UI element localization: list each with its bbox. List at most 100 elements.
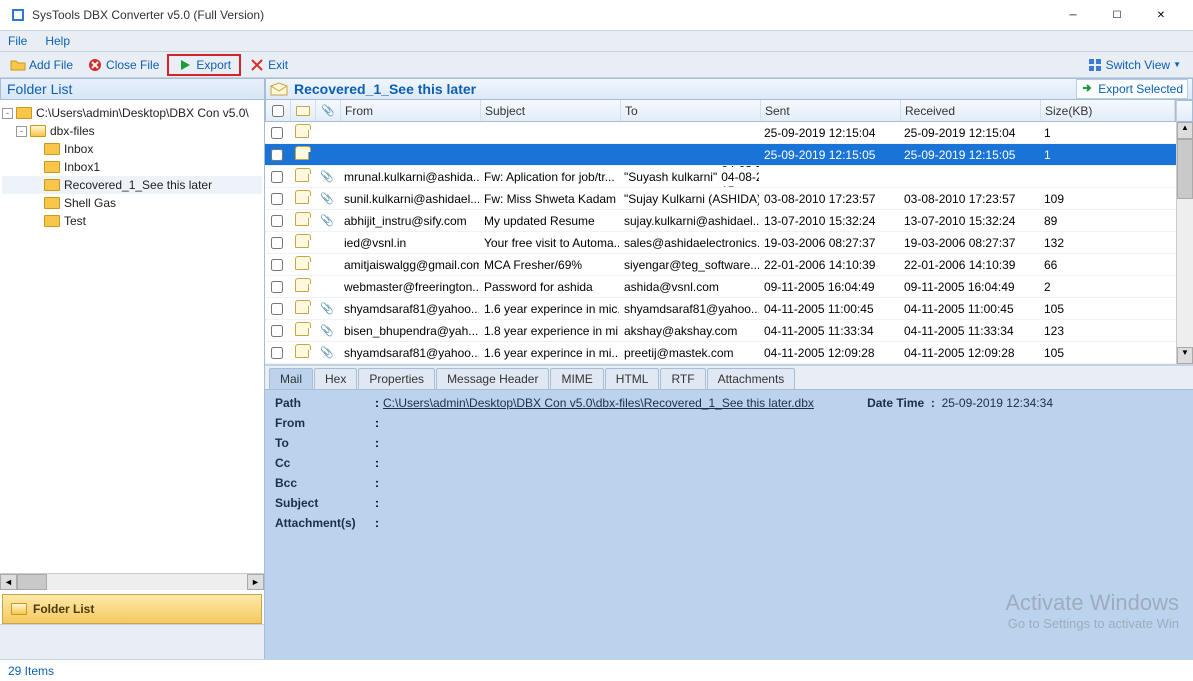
tree-node-label: dbx-files — [50, 124, 95, 138]
row-checkbox[interactable] — [271, 237, 283, 249]
preview-tab[interactable]: HTML — [605, 368, 660, 389]
cell-received: 22-01-2006 14:10:39 — [900, 254, 1040, 275]
cell-from: ied@vsnl.in — [340, 232, 480, 253]
cell-to: "Suyash kulkarni" 04-08-2010 11:31:07 04… — [620, 166, 760, 187]
row-checkbox[interactable] — [271, 215, 283, 227]
tree-node[interactable]: Shell Gas — [2, 194, 262, 212]
envelope-open-icon — [295, 282, 309, 292]
folder-list-tab[interactable]: Folder List — [2, 594, 262, 624]
envelope-open-icon — [295, 348, 309, 358]
col-to[interactable]: To — [621, 100, 761, 121]
tree-node[interactable]: Inbox1 — [2, 158, 262, 176]
scroll-left-icon[interactable]: ◄ — [0, 574, 17, 590]
window-controls: ─ ☐ ✕ — [1051, 1, 1183, 29]
maximize-button[interactable]: ☐ — [1095, 1, 1139, 29]
col-checkbox[interactable] — [266, 100, 291, 121]
scroll-thumb-v[interactable] — [1177, 139, 1193, 199]
export-selected-button[interactable]: Export Selected — [1076, 79, 1188, 99]
message-grid[interactable]: 25-09-2019 12:15:04 25-09-2019 12:15:04 … — [265, 122, 1176, 364]
scroll-up-icon[interactable]: ▲ — [1177, 122, 1193, 139]
envelope-open-icon — [295, 172, 309, 182]
row-checkbox[interactable] — [271, 149, 283, 161]
expand-toggle-icon[interactable]: - — [16, 126, 27, 137]
switch-view-button[interactable]: Switch View ▼ — [1081, 56, 1187, 74]
tree-node[interactable]: - dbx-files — [2, 122, 262, 140]
scroll-down-icon[interactable]: ▼ — [1177, 347, 1193, 364]
folder-icon — [44, 143, 60, 155]
tree-node[interactable]: Recovered_1_See this later — [2, 176, 262, 194]
path-link[interactable]: C:\Users\admin\Desktop\DBX Con v5.0\dbx-… — [383, 396, 814, 410]
chevron-down-icon: ▼ — [1173, 60, 1181, 69]
col-envelope[interactable] — [291, 100, 316, 121]
folder-tree[interactable]: -C:\Users\admin\Desktop\DBX Con v5.0\-db… — [0, 100, 264, 573]
folder-icon — [16, 107, 32, 119]
scroll-right-icon[interactable]: ► — [247, 574, 264, 590]
row-checkbox[interactable] — [271, 303, 283, 315]
preview-tabs: MailHexPropertiesMessage HeaderMIMEHTMLR… — [265, 366, 1193, 390]
exit-button[interactable]: Exit — [243, 56, 294, 74]
envelope-open-icon — [295, 216, 309, 226]
message-row[interactable]: 📎 sunil.kulkarni@ashidael... Fw: Miss Sh… — [265, 188, 1176, 210]
tree-node[interactable]: Inbox — [2, 140, 262, 158]
activation-watermark: Activate Windows Go to Settings to activ… — [1005, 590, 1179, 631]
row-checkbox[interactable] — [271, 281, 283, 293]
close-button[interactable]: ✕ — [1139, 1, 1183, 29]
col-from[interactable]: From — [341, 100, 481, 121]
col-received[interactable]: Received — [901, 100, 1041, 121]
paperclip-icon: 📎 — [320, 214, 334, 227]
tree-node-label: Inbox1 — [64, 160, 100, 174]
menu-file[interactable]: File — [8, 34, 27, 48]
row-checkbox[interactable] — [271, 259, 283, 271]
row-checkbox[interactable] — [271, 347, 283, 359]
message-row[interactable]: webmaster@freerington... Password for as… — [265, 276, 1176, 298]
tree-node-label: Recovered_1_See this later — [64, 178, 212, 192]
scroll-thumb[interactable] — [17, 574, 47, 590]
message-row[interactable]: 📎 shyamdsaraf81@yahoo... 1.6 year experi… — [265, 298, 1176, 320]
row-checkbox[interactable] — [271, 171, 283, 183]
tree-node[interactable]: Test — [2, 212, 262, 230]
message-row[interactable]: 📎 mrunal.kulkarni@ashida... Fw: Aplicati… — [265, 166, 1176, 188]
preview-tab[interactable]: Mail — [269, 368, 313, 389]
row-checkbox[interactable] — [271, 127, 283, 139]
preview-body: Date Time : 25-09-2019 12:34:34 Path:C:\… — [265, 390, 1193, 659]
close-file-button[interactable]: Close File — [81, 56, 165, 74]
folder-list-header: Folder List — [0, 78, 264, 100]
message-row[interactable]: 25-09-2019 12:15:05 25-09-2019 12:15:05 … — [265, 144, 1176, 166]
cell-subject: Password for ashida — [480, 276, 620, 297]
attachments-label: Attachment(s) — [275, 516, 375, 530]
preview-tab[interactable]: RTF — [660, 368, 705, 389]
col-attachment[interactable]: 📎 — [316, 100, 341, 121]
export-button[interactable]: Export — [167, 54, 241, 76]
message-row[interactable]: 📎 bisen_bhupendra@yah... 1.8 year experi… — [265, 320, 1176, 342]
vertical-scrollbar[interactable]: ▲ ▼ — [1176, 100, 1193, 364]
minimize-button[interactable]: ─ — [1051, 1, 1095, 29]
row-checkbox[interactable] — [271, 325, 283, 337]
add-file-button[interactable]: Add File — [4, 56, 79, 74]
cell-to: preetij@mastek.com — [620, 342, 760, 363]
statusbar: 29 Items — [0, 659, 1193, 681]
preview-tab[interactable]: Attachments — [707, 368, 796, 389]
message-row[interactable]: amitjaiswalgg@gmail.com MCA Fresher/69% … — [265, 254, 1176, 276]
message-row[interactable]: 📎 shyamdsaraf81@yahoo... 1.6 year experi… — [265, 342, 1176, 364]
menu-help[interactable]: Help — [45, 34, 70, 48]
preview-tab[interactable]: Hex — [314, 368, 357, 389]
message-row[interactable]: ied@vsnl.in Your free visit to Automa...… — [265, 232, 1176, 254]
envelope-open-icon — [295, 150, 309, 160]
horizontal-scrollbar[interactable]: ◄ ► — [0, 573, 264, 590]
message-row[interactable]: 📎 abhijit_instru@sify.com My updated Res… — [265, 210, 1176, 232]
col-size[interactable]: Size(KB) — [1041, 100, 1175, 121]
paperclip-icon: 📎 — [320, 324, 334, 337]
cell-from: mrunal.kulkarni@ashida... — [340, 166, 480, 187]
col-sent[interactable]: Sent — [761, 100, 901, 121]
content-pane: Recovered_1_See this later Export Select… — [265, 78, 1193, 659]
preview-tab[interactable]: Properties — [358, 368, 435, 389]
select-all-checkbox[interactable] — [272, 105, 284, 117]
tree-node[interactable]: -C:\Users\admin\Desktop\DBX Con v5.0\ — [2, 104, 262, 122]
preview-tab[interactable]: MIME — [550, 368, 603, 389]
row-checkbox[interactable] — [271, 193, 283, 205]
preview-tab[interactable]: Message Header — [436, 368, 549, 389]
col-subject[interactable]: Subject — [481, 100, 621, 121]
expand-toggle-icon[interactable]: - — [2, 108, 13, 119]
message-row[interactable]: 25-09-2019 12:15:04 25-09-2019 12:15:04 … — [265, 122, 1176, 144]
cell-sent: 04-11-2005 12:09:28 — [760, 342, 900, 363]
